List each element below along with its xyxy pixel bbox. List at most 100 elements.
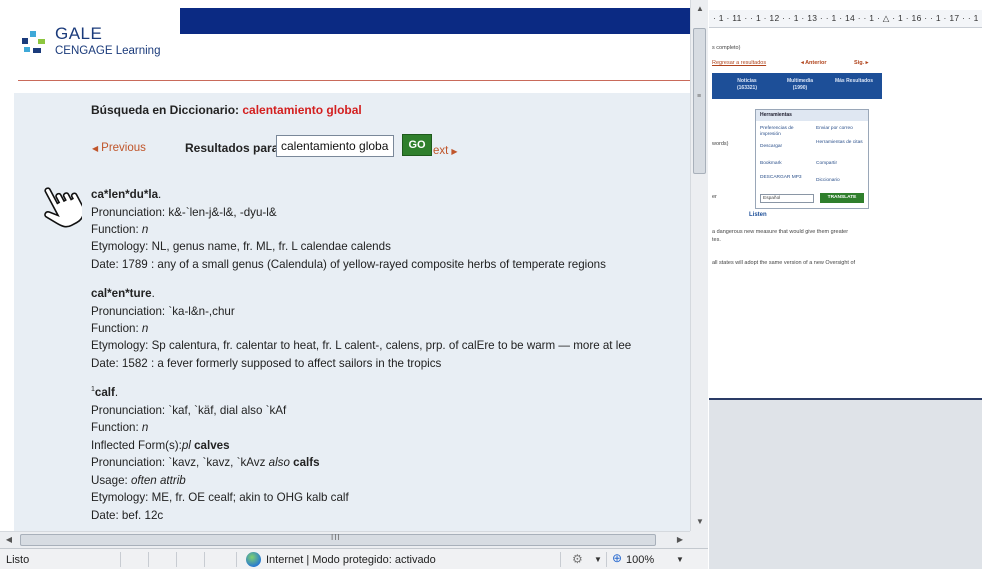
next-link-label: ext xyxy=(433,145,449,157)
browser-popup-window: GALE CENGAGE Learning Búsqueda en Diccio… xyxy=(0,0,708,569)
status-divider xyxy=(236,552,237,567)
status-divider xyxy=(120,552,121,567)
tab-news: Noticias (163321) xyxy=(726,78,768,92)
snippet-text: er xyxy=(712,194,717,200)
background-document-window: · 1 · 11 · · 1 · 12 · · 1 · 13 · · 1 · 1… xyxy=(709,0,982,569)
headword-text: ca*len*du*la xyxy=(91,188,159,201)
status-divider xyxy=(176,552,177,567)
article-paragraph: a dangerous new measure that would give … xyxy=(712,228,848,244)
search-input[interactable] xyxy=(276,135,394,157)
function-value: n xyxy=(141,322,149,335)
entry-etymology: Etymology: NL, genus name, fr. ML, fr. L… xyxy=(91,240,391,253)
entry-etymology: Etymology: Sp calentura, fr. calentar to… xyxy=(91,339,632,352)
snippet-text: words) xyxy=(712,141,729,147)
document-background xyxy=(709,398,982,569)
logo-text-cengage: CENGAGE Learning xyxy=(55,45,161,57)
entry-pronunciation: Pronunciation: `kaf, `käf, dial also `kA… xyxy=(91,404,287,417)
scroll-right-icon[interactable]: ▶ xyxy=(673,533,687,547)
scrollbar-corner xyxy=(690,531,708,548)
prev-link: ◂ Anterior xyxy=(801,60,827,66)
status-divider xyxy=(560,552,561,567)
scroll-up-icon[interactable]: ▲ xyxy=(693,2,707,16)
function-label: Function: xyxy=(91,223,142,236)
entry-inflected-forms: Inflected Form(s):pl calves xyxy=(91,439,230,452)
gale-cengage-logo[interactable]: GALE CENGAGE Learning xyxy=(20,24,220,64)
search-heading-label: Búsqueda en Diccionario: xyxy=(91,103,240,117)
arrow-right-icon: ▶ xyxy=(451,147,458,156)
logo-text-gale: GALE xyxy=(55,24,103,43)
hand-pointer-icon xyxy=(44,187,82,228)
entry-date: Date: 1789 : any of a small genus (Calen… xyxy=(91,258,606,271)
security-zone-text[interactable]: Internet | Modo protegido: activado xyxy=(266,554,436,566)
tool-print-prefs: Preferencias de impresión xyxy=(760,126,794,137)
results-label: Resultados para xyxy=(185,141,279,155)
screen: GALE CENGAGE Learning Búsqueda en Diccio… xyxy=(0,0,982,569)
document-divider xyxy=(709,398,982,400)
scroll-left-icon[interactable]: ◀ xyxy=(2,533,16,547)
next-link[interactable]: ext ▶ xyxy=(433,145,458,157)
previous-link[interactable]: ◀ Previous xyxy=(92,142,146,154)
entry-headword: cal*en*ture. xyxy=(91,287,155,300)
go-button[interactable]: GO xyxy=(402,134,432,156)
tab-count: (1990) xyxy=(792,85,808,91)
tool-download: Descargar xyxy=(760,144,783,149)
pronunciation-2-form: calfs xyxy=(293,456,320,469)
headword-text: calf xyxy=(94,386,115,399)
headword-text: cal*en*ture xyxy=(91,287,152,300)
headword-punct: . xyxy=(158,188,162,201)
tab-multimedia: Multimedia (1990) xyxy=(778,78,822,92)
protected-mode-icon[interactable]: ⚙ xyxy=(572,552,583,566)
entry-pronunciation: Pronunciation: `ka-l&n-,chur xyxy=(91,305,235,318)
tools-panel: Herramientas Preferencias de impresión E… xyxy=(755,109,869,209)
article-paragraph: all states will adopt the same version o… xyxy=(712,260,856,266)
tools-title: Herramientas xyxy=(756,110,868,121)
status-divider xyxy=(606,552,607,567)
logo-mark-icon xyxy=(22,31,45,53)
zoom-level[interactable]: 100% xyxy=(626,554,654,566)
entry-headword: ca*len*du*la. xyxy=(91,188,161,201)
inflected-label: Inflected Form(s): xyxy=(91,439,182,452)
entry-usage: Usage: often attrib xyxy=(91,474,186,487)
search-heading: Búsqueda en Diccionario: calentamiento g… xyxy=(91,103,362,117)
listen-link: Listen xyxy=(749,212,767,218)
function-label: Function: xyxy=(91,322,142,335)
function-value: n xyxy=(141,223,149,236)
horizontal-scrollbar[interactable]: ◀ III ▶ xyxy=(0,531,690,548)
vertical-scroll-thumb[interactable]: ≡ xyxy=(693,28,706,174)
vertical-scrollbar[interactable]: ▲ ≡ ▼ xyxy=(690,0,708,531)
status-divider xyxy=(148,552,149,567)
entry-headword: 1calf. xyxy=(91,386,118,399)
tool-share: Compartir xyxy=(816,161,838,166)
scroll-down-icon[interactable]: ▼ xyxy=(693,515,707,529)
globe-icon xyxy=(246,552,261,567)
entry-etymology: Etymology: ME, fr. OE cealf; akin to OHG… xyxy=(91,491,349,504)
entry-pronunciation: Pronunciation: k&-`len-j&-l&, -dyu-l& xyxy=(91,206,277,219)
entry-date: Date: 1582 : a fever formerly supposed t… xyxy=(91,357,442,370)
results-tabs: Noticias (163321) Multimedia (1990) Más Re… xyxy=(712,73,882,99)
usage-label: Usage: xyxy=(91,474,131,487)
chevron-down-icon[interactable]: ▼ xyxy=(594,555,602,564)
snippet-text: s completo) xyxy=(712,45,741,51)
inflected-form: calves xyxy=(194,439,230,452)
header-divider xyxy=(18,80,690,81)
status-bar: Listo Internet | Modo protegido: activad… xyxy=(0,548,708,569)
zoom-icon[interactable]: ⊕ xyxy=(612,551,622,565)
scroll-grip-icon: ≡ xyxy=(697,93,702,100)
tab-label: Noticias xyxy=(737,78,757,84)
chevron-down-icon[interactable]: ▼ xyxy=(676,555,684,564)
horizontal-scroll-thumb[interactable]: III xyxy=(20,533,656,546)
page-viewport: GALE CENGAGE Learning Búsqueda en Diccio… xyxy=(0,0,690,531)
function-label: Function: xyxy=(91,421,142,434)
entry-date: Date: bef. 12c xyxy=(91,509,164,522)
paragraph-line: a dangerous new measure that would give … xyxy=(712,229,849,235)
usage-value: often attrib xyxy=(130,474,186,487)
pronunciation-2-text: Pronunciation: `kavz, `kavz, `kAvz xyxy=(91,456,269,469)
inflected-pos: pl xyxy=(181,439,191,452)
status-divider xyxy=(204,552,205,567)
scroll-grip-label: III xyxy=(331,533,341,542)
tab-label: Más Resultados xyxy=(834,78,874,84)
entry-function: Function: n xyxy=(91,223,148,236)
search-heading-term: calentamiento global xyxy=(242,103,362,117)
entry-pronunciation-2: Pronunciation: `kavz, `kavz, `kAvz also … xyxy=(91,456,320,469)
headword-punct: . xyxy=(151,287,155,300)
